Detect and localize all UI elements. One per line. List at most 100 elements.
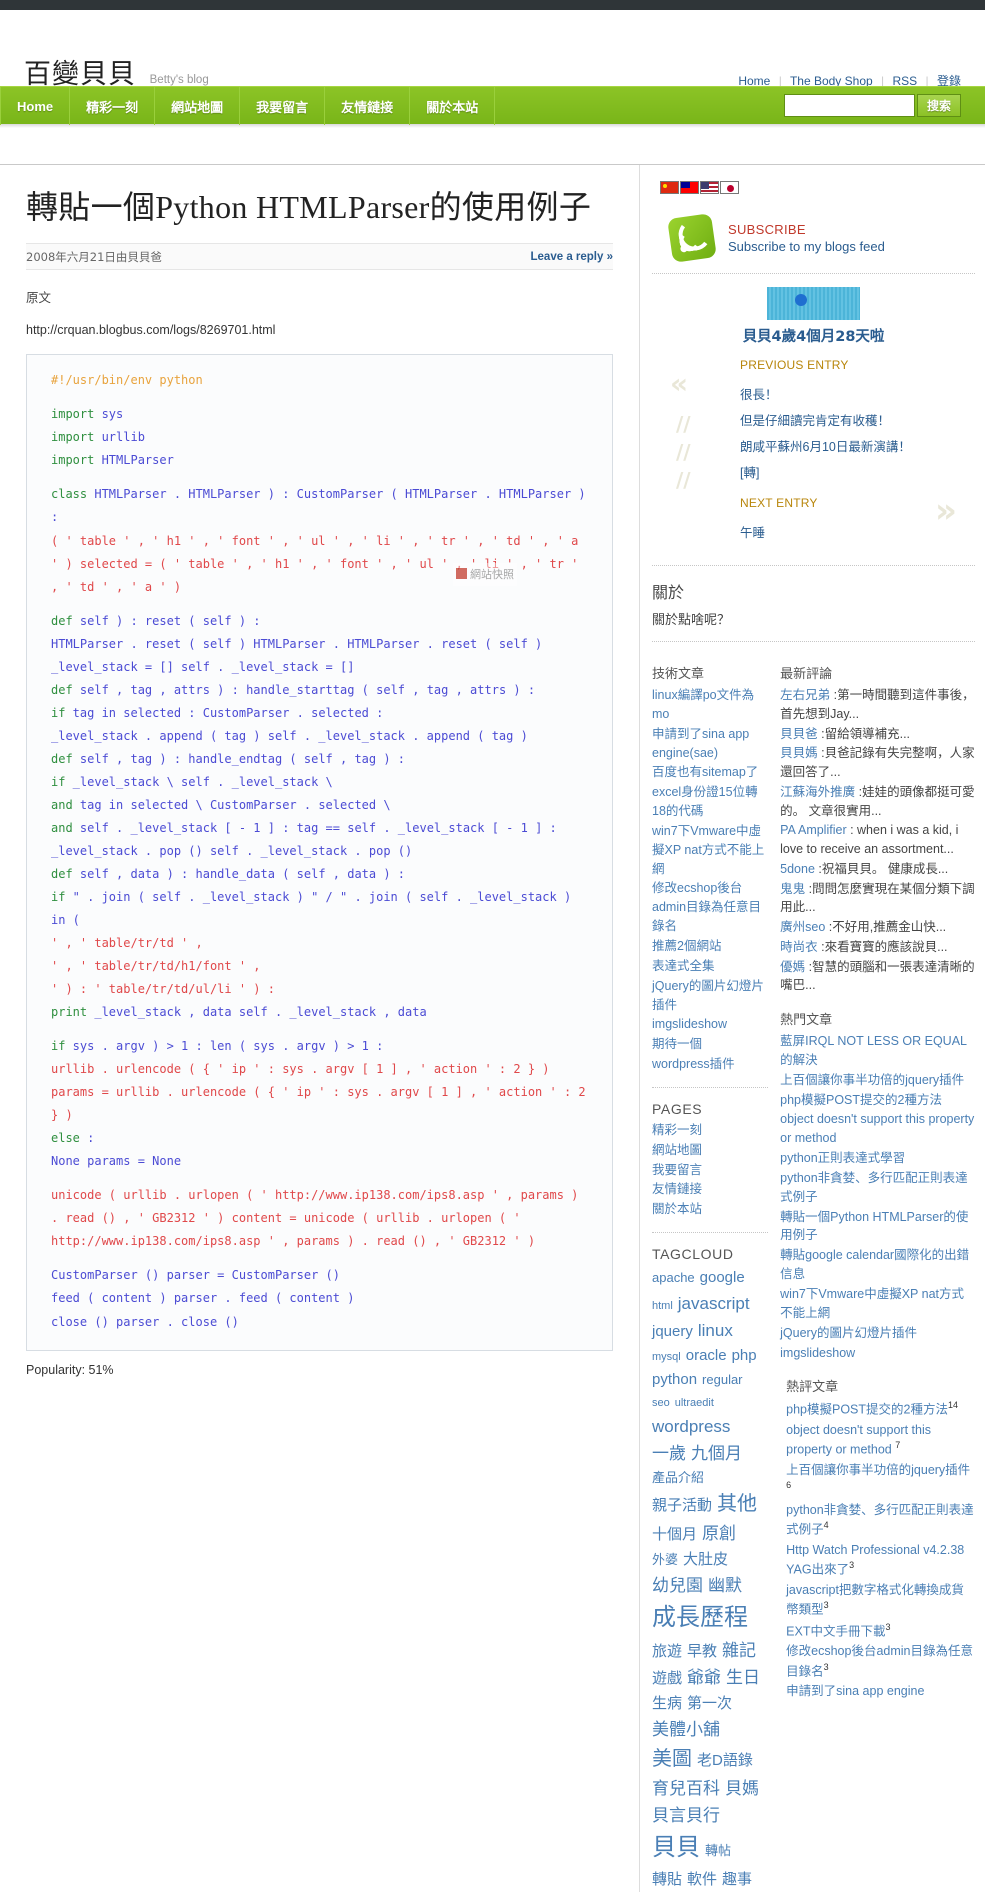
tag-link-9[interactable]: python bbox=[652, 1368, 697, 1392]
tech-link-10[interactable]: 期待一個 bbox=[652, 1037, 702, 1051]
previous-entry-link-0[interactable]: 很長！ bbox=[740, 384, 778, 410]
tag-link-33[interactable]: 第一次 bbox=[687, 1692, 732, 1716]
tag-link-22[interactable]: 大肚皮 bbox=[683, 1548, 728, 1572]
tag-link-35[interactable]: 美圖 bbox=[652, 1743, 692, 1775]
tech-link-7[interactable]: 表達式全集 bbox=[652, 959, 715, 973]
tag-link-42[interactable]: 轉貼 bbox=[652, 1868, 682, 1892]
tag-link-43[interactable]: 軟件 bbox=[687, 1868, 717, 1892]
popular-link-8[interactable]: win7下Vmware中虛擬XP nat方式不能上網 bbox=[780, 1287, 964, 1320]
popular-link-5[interactable]: python非貪婪、多行匹配正則表達式例子 bbox=[780, 1171, 968, 1204]
tag-link-41[interactable]: 轉帖 bbox=[705, 1841, 731, 1862]
post-source-url[interactable]: http://crquan.blogbus.com/logs/8269701.h… bbox=[26, 323, 613, 337]
tech-link-11[interactable]: wordpress插件 bbox=[652, 1057, 735, 1071]
subscribe-subtitle[interactable]: Subscribe to my blogs feed bbox=[728, 239, 885, 254]
flag-tw-icon[interactable] bbox=[680, 181, 699, 194]
tag-link-6[interactable]: mysql bbox=[652, 1349, 681, 1367]
previous-entry-link-1[interactable]: 但是仔細讀完肯定有收穫！ bbox=[740, 410, 890, 436]
hot-comment-link-8[interactable]: 申請到了sina app engine bbox=[786, 1684, 924, 1698]
tag-link-7[interactable]: oracle bbox=[686, 1344, 727, 1368]
tag-link-3[interactable]: javascript bbox=[678, 1290, 750, 1317]
tag-link-8[interactable]: php bbox=[732, 1344, 757, 1368]
leave-reply-link[interactable]: Leave a reply » bbox=[531, 251, 613, 263]
tag-link-38[interactable]: 貝媽 bbox=[725, 1775, 759, 1802]
tech-link-0[interactable]: linux編譯po文件為mo bbox=[652, 688, 754, 721]
pages-link-4[interactable]: 關於本站 bbox=[652, 1202, 702, 1216]
tag-link-30[interactable]: 爺爺 bbox=[687, 1664, 721, 1691]
tag-link-32[interactable]: 生病 bbox=[652, 1692, 682, 1716]
flag-cn-icon[interactable] bbox=[660, 181, 679, 194]
tech-link-9[interactable]: imgslideshow bbox=[652, 1017, 727, 1031]
hot-comment-link-7[interactable]: 修改ecshop後台admin目錄為任意目錄名 bbox=[786, 1644, 973, 1678]
comment-author-3[interactable]: 江蘇海外推廣 bbox=[780, 785, 855, 799]
pages-link-1[interactable]: 網站地圖 bbox=[652, 1143, 702, 1157]
comment-author-2[interactable]: 貝貝媽 bbox=[780, 746, 818, 760]
flag-jp-icon[interactable] bbox=[720, 181, 739, 194]
comment-author-0[interactable]: 左右兄弟 bbox=[780, 688, 830, 702]
pages-link-0[interactable]: 精彩一刻 bbox=[652, 1123, 702, 1137]
tag-link-5[interactable]: linux bbox=[698, 1317, 733, 1344]
popular-link-9[interactable]: jQuery的圖片幻燈片插件 bbox=[780, 1326, 917, 1340]
hot-comment-link-5[interactable]: javascript把數字格式化轉換成貨幣類型 bbox=[786, 1583, 964, 1617]
pages-link-3[interactable]: 友情鏈接 bbox=[652, 1182, 702, 1196]
nav-item[interactable]: 網站地圖 bbox=[155, 87, 241, 125]
tech-link-6[interactable]: 推薦2個網站 bbox=[652, 939, 721, 953]
tag-link-2[interactable]: html bbox=[652, 1298, 673, 1316]
tag-link-31[interactable]: 生日 bbox=[726, 1664, 760, 1691]
previous-entry-link-2[interactable]: 朗咸平蘇州6月10日最新演講！ bbox=[740, 436, 911, 462]
popular-link-4[interactable]: python正則表達式學習 bbox=[780, 1151, 905, 1165]
nav-item-3[interactable]: 我要留言 bbox=[240, 87, 326, 125]
tag-link-37[interactable]: 育兒百科 bbox=[652, 1775, 720, 1802]
tech-link-2[interactable]: 百度也有sitemap了 bbox=[652, 765, 758, 779]
comment-author-6[interactable]: 鬼鬼 bbox=[780, 882, 805, 896]
popular-link-2[interactable]: php模擬POST提交的2種方法 bbox=[780, 1093, 942, 1107]
tag-link-11[interactable]: seo bbox=[652, 1395, 670, 1413]
nav-item[interactable]: 精彩一刻 bbox=[70, 87, 156, 125]
comment-author-5[interactable]: 5done bbox=[780, 862, 815, 876]
flag-us-icon[interactable] bbox=[700, 181, 719, 194]
nav-item[interactable]: 關於本站 bbox=[410, 87, 496, 125]
previous-entry-link-3[interactable]: [轉] bbox=[740, 462, 759, 488]
tag-link-0[interactable]: apache bbox=[652, 1268, 695, 1289]
comment-author-1[interactable]: 貝貝爸 bbox=[780, 727, 818, 741]
nav-item[interactable]: 友情鏈接 bbox=[325, 87, 411, 125]
tag-link-14[interactable]: 一歲 bbox=[652, 1440, 686, 1467]
tech-link-8[interactable]: jQuery的圖片幻燈片插件 bbox=[652, 979, 764, 1012]
tag-link-24[interactable]: 幽默 bbox=[708, 1572, 742, 1599]
tag-link-40[interactable]: 貝貝 bbox=[652, 1829, 700, 1867]
hot-comment-link-3[interactable]: python非貪婪、多行匹配正則表達式例子 bbox=[786, 1503, 974, 1537]
tag-link-21[interactable]: 外婆 bbox=[652, 1550, 678, 1571]
tag-link-1[interactable]: google bbox=[700, 1266, 745, 1290]
nav-item-0[interactable]: Home bbox=[0, 87, 71, 125]
hot-comment-link-0[interactable]: php模擬POST提交的2種方法 bbox=[786, 1403, 948, 1417]
hot-comment-link-6[interactable]: EXT中文手冊下載 bbox=[786, 1624, 885, 1638]
tag-link-4[interactable]: jquery bbox=[652, 1320, 693, 1344]
tag-link-25[interactable]: 成長歷程 bbox=[652, 1599, 748, 1637]
hot-comment-link-1[interactable]: object doesn't support this property or … bbox=[786, 1423, 931, 1457]
tag-link-20[interactable]: 原創 bbox=[702, 1520, 736, 1547]
tag-link-36[interactable]: 老D語錄 bbox=[697, 1749, 753, 1773]
tag-link-44[interactable]: 趣事 bbox=[722, 1868, 752, 1892]
comment-author-7[interactable]: 廣州seo bbox=[780, 920, 825, 934]
popular-link-3[interactable]: object doesn't support this property or … bbox=[780, 1112, 974, 1145]
hot-comment-link-4[interactable]: Http Watch Professional v4.2.38 YAG出來了 bbox=[786, 1543, 964, 1577]
popular-link-6[interactable]: 轉貼一個Python HTMLParser的使用例子 bbox=[780, 1210, 968, 1243]
nav-item-4[interactable]: 友情鏈接 bbox=[325, 87, 411, 125]
nav-item-1[interactable]: 精彩一刻 bbox=[70, 87, 156, 125]
tag-link-13[interactable]: wordpress bbox=[652, 1413, 730, 1440]
tag-link-12[interactable]: ultraedit bbox=[675, 1395, 714, 1413]
subscribe-block[interactable]: SUBSCRIBE Subscribe to my blogs feed bbox=[667, 213, 975, 263]
chevron-left-icon[interactable]: « bbox=[670, 370, 688, 398]
tag-link-15[interactable]: 九個月 bbox=[691, 1440, 742, 1467]
pages-link-2[interactable]: 我要留言 bbox=[652, 1163, 702, 1177]
nav-item[interactable]: Home bbox=[0, 87, 71, 125]
tag-link-27[interactable]: 早教 bbox=[687, 1640, 717, 1664]
tag-link-19[interactable]: 十個月 bbox=[652, 1523, 697, 1547]
tag-link-26[interactable]: 旅遊 bbox=[652, 1640, 682, 1664]
tag-link-28[interactable]: 雜記 bbox=[722, 1637, 756, 1664]
tag-link-18[interactable]: 其他 bbox=[717, 1488, 757, 1520]
chevron-right-icon[interactable]: » bbox=[935, 494, 957, 528]
tech-link-4[interactable]: win7下Vmware中虛擬XP nat方式不能上網 bbox=[652, 824, 764, 876]
comment-author-8[interactable]: 時尚衣 bbox=[780, 940, 818, 954]
comment-author-9[interactable]: 優媽 bbox=[780, 960, 805, 974]
nav-item[interactable]: 我要留言 bbox=[240, 87, 326, 125]
